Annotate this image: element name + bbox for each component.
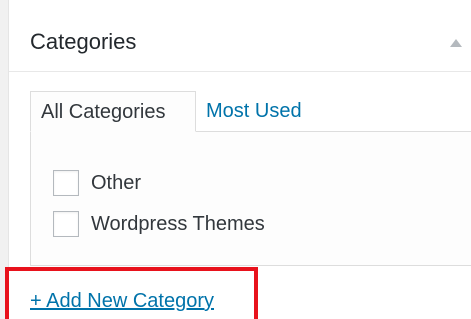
metabox-title: Categories bbox=[30, 29, 137, 54]
category-checkbox-wordpress-themes[interactable] bbox=[53, 211, 79, 237]
category-label: Other bbox=[91, 172, 142, 194]
collapse-toggle-button[interactable] bbox=[446, 33, 466, 53]
tab-most-used[interactable]: Most Used bbox=[206, 91, 302, 132]
category-label: Wordpress Themes bbox=[91, 213, 265, 235]
category-item-other: Other bbox=[53, 169, 141, 197]
tab-all-categories[interactable]: All Categories bbox=[30, 91, 196, 132]
triangle-up-icon bbox=[450, 39, 462, 47]
category-item-wordpress-themes: Wordpress Themes bbox=[53, 210, 265, 238]
highlight-box bbox=[5, 267, 258, 319]
category-checklist-panel: Other Wordpress Themes bbox=[30, 131, 471, 266]
metabox-header: Categories bbox=[9, 0, 471, 72]
category-checkbox-other[interactable] bbox=[53, 170, 79, 196]
